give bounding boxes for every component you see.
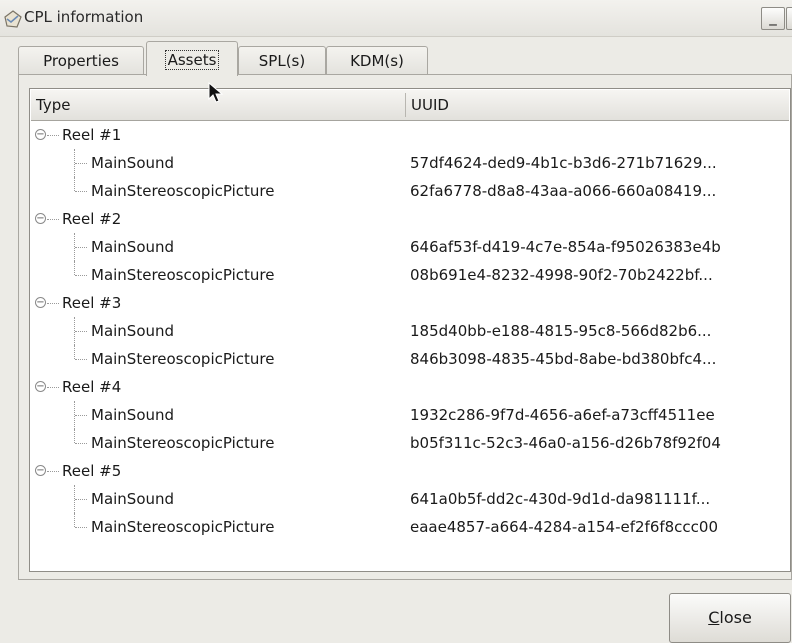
reel-label: Reel #5 — [62, 462, 122, 480]
tree-row-asset[interactable]: MainSound 646af53f-d419-4c7e-854a-f950263… — [30, 233, 790, 261]
tab-spls[interactable]: SPL(s) — [238, 46, 326, 75]
tree-rows: − Reel #1 MainSound 57df4624-ded9-4b1c-b3d6… — [30, 121, 790, 541]
tree-header: Type UUID — [31, 90, 789, 121]
window-close-button[interactable]: X — [786, 7, 792, 30]
asset-type: MainStereoscopicPicture — [91, 518, 275, 536]
tree-connector — [74, 345, 75, 359]
tree-connector — [47, 135, 59, 136]
asset-type: MainStereoscopicPicture — [91, 434, 275, 452]
tree-connector — [75, 331, 87, 332]
tree-connector — [75, 415, 87, 416]
column-header-type[interactable]: Type — [36, 90, 70, 120]
asset-uuid: 185d40bb-e188-4815-95c8-566d82b6... — [410, 322, 712, 340]
tab-assets-label: Assets — [164, 50, 220, 70]
tree-connector — [74, 261, 75, 275]
tree-row-asset[interactable]: MainSound 1932c286-9f7d-4656-a6ef-a73cff4… — [30, 401, 790, 429]
asset-uuid: 646af53f-d419-4c7e-854a-f95026383e4b — [410, 238, 721, 256]
minimize-button[interactable]: _ — [761, 7, 785, 30]
column-separator[interactable] — [405, 93, 406, 117]
tree-collapse-icon[interactable]: − — [35, 465, 46, 476]
tree-collapse-icon[interactable]: − — [35, 381, 46, 392]
asset-uuid: eaae4857-a664-4284-a154-ef2f6f8ccc00 — [410, 518, 719, 536]
asset-type: MainSound — [91, 406, 175, 424]
tree-row-asset[interactable]: MainStereoscopicPicture 62fa6778-d8a8-43a… — [30, 177, 790, 205]
tab-assets[interactable]: Assets — [146, 41, 238, 76]
tree-connector — [75, 359, 87, 360]
tree-connector — [74, 513, 75, 527]
asset-uuid: 57df4624-ded9-4b1c-b3d6-271b71629... — [410, 154, 717, 172]
close-mnemonic: C — [708, 608, 720, 627]
reel-label: Reel #3 — [62, 294, 122, 312]
tree-row-asset[interactable]: MainStereoscopicPicture 08b691e4-8232-499… — [30, 261, 790, 289]
tree-row-reel[interactable]: − Reel #3 — [30, 289, 790, 317]
tree-connector — [74, 429, 75, 443]
asset-uuid: b05f311c-52c3-46a0-a156-d26b78f92f04 — [410, 434, 721, 452]
close-button[interactable]: Close — [669, 593, 791, 643]
tree-connector — [75, 247, 87, 248]
tree-connector — [47, 303, 59, 304]
tab-kdms[interactable]: KDM(s) — [326, 46, 428, 75]
asset-type: MainSound — [91, 490, 175, 508]
asset-type: MainStereoscopicPicture — [91, 266, 275, 284]
tree-row-asset[interactable]: MainStereoscopicPicture eaae4857-a664-428… — [30, 513, 790, 541]
tree-collapse-icon[interactable]: − — [35, 213, 46, 224]
tree-connector — [75, 275, 87, 276]
asset-type: MainSound — [91, 322, 175, 340]
tree-row-reel[interactable]: − Reel #1 — [30, 121, 790, 149]
asset-uuid: 641a0b5f-dd2c-430d-9d1d-da981111f... — [410, 490, 711, 508]
tree-connector — [75, 527, 87, 528]
tree-row-asset[interactable]: MainSound 185d40bb-e188-4815-95c8-566d82b… — [30, 317, 790, 345]
mouse-pointer-icon — [208, 82, 224, 103]
assets-tree-view[interactable]: Type UUID − Reel #1 MainSound 57df4624-ded9… — [29, 88, 791, 572]
tree-row-reel[interactable]: − Reel #2 — [30, 205, 790, 233]
tree-connector — [75, 499, 87, 500]
tree-connector — [47, 219, 59, 220]
close-label-rest: lose — [719, 608, 752, 627]
asset-type: MainSound — [91, 154, 175, 172]
tree-connector — [47, 387, 59, 388]
reel-label: Reel #1 — [62, 126, 122, 144]
tree-connector — [47, 471, 59, 472]
window-title: CPL information — [24, 8, 144, 26]
tree-connector — [75, 443, 87, 444]
asset-type: MainSound — [91, 238, 175, 256]
asset-uuid: 08b691e4-8232-4998-90f2-70b2422bf... — [410, 266, 713, 284]
reel-label: Reel #4 — [62, 378, 122, 396]
asset-uuid: 1932c286-9f7d-4656-a6ef-a73cff4511ee — [410, 406, 715, 424]
tree-row-asset[interactable]: MainStereoscopicPicture 846b3098-4835-45b… — [30, 345, 790, 373]
tree-connector — [74, 177, 75, 191]
tree-row-reel[interactable]: − Reel #4 — [30, 373, 790, 401]
tree-row-asset[interactable]: MainSound 57df4624-ded9-4b1c-b3d6-271b716… — [30, 149, 790, 177]
tree-row-asset[interactable]: MainSound 641a0b5f-dd2c-430d-9d1d-da98111… — [30, 485, 790, 513]
tree-connector — [75, 191, 87, 192]
reel-label: Reel #2 — [62, 210, 122, 228]
tree-collapse-icon[interactable]: − — [35, 297, 46, 308]
asset-type: MainStereoscopicPicture — [91, 182, 275, 200]
tree-collapse-icon[interactable]: − — [35, 129, 46, 140]
cpl-info-icon — [4, 10, 22, 28]
asset-type: MainStereoscopicPicture — [91, 350, 275, 368]
tree-row-reel[interactable]: − Reel #5 — [30, 457, 790, 485]
title-bar: CPL information _ X — [0, 0, 792, 37]
asset-uuid: 62fa6778-d8a8-43aa-a066-660a08419... — [410, 182, 717, 200]
asset-uuid: 846b3098-4835-45bd-8abe-bd380bfc4... — [410, 350, 717, 368]
tree-connector — [75, 163, 87, 164]
column-header-uuid[interactable]: UUID — [411, 90, 449, 120]
tab-properties[interactable]: Properties — [18, 46, 144, 75]
tree-row-asset[interactable]: MainStereoscopicPicture b05f311c-52c3-46a… — [30, 429, 790, 457]
